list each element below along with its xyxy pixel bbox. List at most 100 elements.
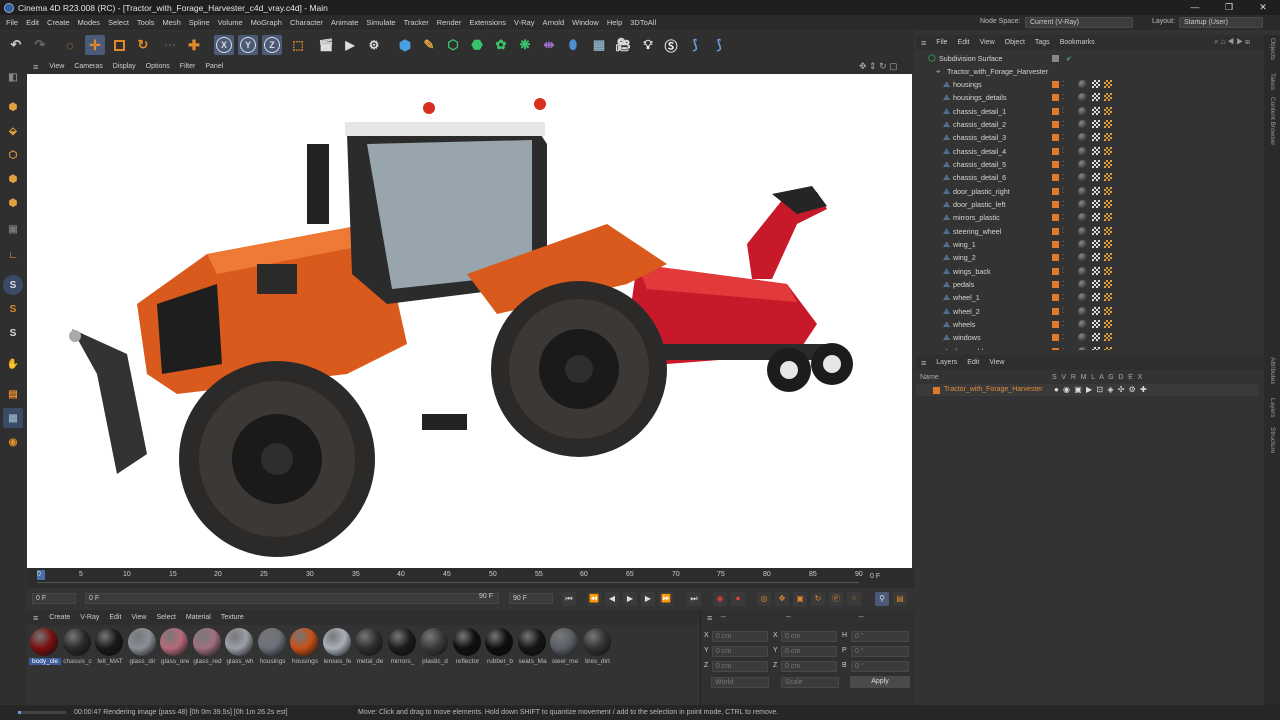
- start-frame-field[interactable]: 0 F: [32, 593, 76, 604]
- material-tag-icon[interactable]: [1078, 159, 1087, 169]
- visibility-dots-icon[interactable]: ⁚: [1062, 318, 1064, 331]
- material-swatch[interactable]: plastic_d: [419, 628, 449, 665]
- material-tag-icon[interactable]: [1078, 226, 1087, 236]
- uvw-tag-icon[interactable]: [1092, 146, 1100, 155]
- node-space-dropdown[interactable]: Current (V-Ray): [1025, 17, 1133, 28]
- texture-tag-icon[interactable]: [1104, 279, 1112, 288]
- layers-menu-edit[interactable]: Edit: [962, 359, 984, 366]
- visibility-dots-icon[interactable]: ⁚: [1062, 78, 1064, 91]
- visibility-dots-icon[interactable]: ⁚: [1062, 278, 1064, 291]
- material-menu-create[interactable]: Create: [44, 614, 75, 621]
- material-menu-edit[interactable]: Edit: [104, 614, 126, 621]
- object-row[interactable]: ⟁ mirrors_plastic ⁚: [916, 211, 1258, 224]
- object-menu-tags[interactable]: Tags: [1030, 39, 1055, 46]
- texture-tag-icon[interactable]: [1104, 306, 1112, 315]
- visibility-dots-icon[interactable]: ⁚: [1062, 305, 1064, 318]
- menu-3dtoall[interactable]: 3DToAll: [626, 18, 660, 27]
- uvw-tag-icon[interactable]: [1092, 199, 1100, 208]
- object-row[interactable]: ⟁ door_plastic_right ⁚: [916, 185, 1258, 198]
- menu-character[interactable]: Character: [286, 18, 327, 27]
- object-row[interactable]: ⟁ housings ⁚: [916, 78, 1258, 91]
- object-row[interactable]: ⟁ windows ⁚: [916, 331, 1258, 344]
- previous-frame-icon[interactable]: ◀: [605, 592, 619, 606]
- viewport-menu-cameras[interactable]: Cameras: [69, 63, 107, 70]
- object-row[interactable]: ⟁ wheel_1 ⁚: [916, 291, 1258, 304]
- layers-menu-view[interactable]: View: [984, 359, 1009, 366]
- texture-tag-icon[interactable]: [1104, 226, 1112, 235]
- uvw-tag-icon[interactable]: [1092, 279, 1100, 288]
- viewport-menu-view[interactable]: View: [44, 63, 69, 70]
- texture-tag-icon[interactable]: [1104, 146, 1112, 155]
- menu-extensions[interactable]: Extensions: [465, 18, 510, 27]
- layers-hamburger-icon[interactable]: ≡: [916, 358, 931, 368]
- material-hamburger-icon[interactable]: ≡: [27, 613, 44, 623]
- uvw-tag-icon[interactable]: [1092, 80, 1100, 88]
- coord-rot-b-field[interactable]: 0 °: [851, 661, 909, 672]
- axis-y-button[interactable]: Y: [238, 35, 258, 55]
- redo-icon[interactable]: ↷: [30, 35, 50, 55]
- viewport-menu-filter[interactable]: Filter: [175, 63, 201, 70]
- next-key-icon[interactable]: ⏩: [659, 592, 673, 606]
- layers-menu-layers[interactable]: Layers: [931, 359, 962, 366]
- object-row[interactable]: ⟁ wing_1 ⁚: [916, 238, 1258, 251]
- uvw-tag-icon[interactable]: [1092, 213, 1100, 222]
- coord-pos-x-field[interactable]: 0 cm: [712, 631, 768, 642]
- parameter-key-icon[interactable]: Ⓟ: [829, 592, 843, 606]
- texture-tag-icon[interactable]: [1104, 319, 1112, 328]
- extrude-icon[interactable]: ⬣: [467, 35, 487, 55]
- render-view-icon[interactable]: 🎬︎: [316, 35, 336, 55]
- visibility-dots-icon[interactable]: ⁚: [1062, 118, 1064, 131]
- texture-tag-icon[interactable]: [1104, 333, 1112, 342]
- uv-mode-icon[interactable]: ▣: [3, 219, 23, 239]
- uvw-tag-icon[interactable]: [1092, 226, 1100, 235]
- uvw-tag-icon[interactable]: [1092, 93, 1100, 102]
- object-menu-file[interactable]: File: [931, 39, 952, 46]
- material-tag-icon[interactable]: [1078, 133, 1087, 143]
- material-swatch[interactable]: housings: [257, 628, 287, 665]
- solo-icon[interactable]: ◉: [3, 432, 23, 452]
- uvw-tag-icon[interactable]: [1092, 293, 1100, 302]
- live-selection-icon[interactable]: ◌: [60, 35, 80, 55]
- uvw-tag-icon[interactable]: [1092, 159, 1100, 168]
- uvw-tag-icon[interactable]: [1092, 239, 1100, 248]
- apply-button[interactable]: Apply: [850, 676, 910, 688]
- vray-icon[interactable]: Ⓢ: [661, 35, 681, 55]
- snap-settings-icon[interactable]: S: [3, 299, 23, 319]
- autokey-icon[interactable]: ⏺: [731, 592, 745, 606]
- close-button[interactable]: ✕: [1246, 0, 1280, 15]
- material-tag-icon[interactable]: [1078, 319, 1087, 329]
- field-icon[interactable]: ⬮: [563, 35, 583, 55]
- object-row[interactable]: ⟁ chassis_detail_1 ⁚: [916, 105, 1258, 118]
- tab-takes[interactable]: Takes: [1269, 73, 1276, 90]
- menu-arnold[interactable]: Arnold: [538, 18, 568, 27]
- object-row[interactable]: ⟁ chassis_detail_5 ⁚: [916, 158, 1258, 171]
- timeline-window-icon[interactable]: ▤: [893, 592, 907, 606]
- visibility-dots-icon[interactable]: ⁚: [1062, 265, 1064, 278]
- material-tag-icon[interactable]: [1078, 173, 1087, 183]
- python-script-icon[interactable]: ⟆: [685, 35, 705, 55]
- material-swatch[interactable]: body_cle: [29, 628, 61, 665]
- texture-tag-icon[interactable]: [1104, 106, 1112, 115]
- tab-content-browser[interactable]: Content Browser: [1269, 97, 1276, 145]
- points-mode-icon[interactable]: ⬡: [3, 145, 23, 165]
- object-row[interactable]: ⟁ wheel_2 ⁚: [916, 305, 1258, 318]
- polygons-mode-icon[interactable]: ⬢: [3, 193, 23, 213]
- object-row[interactable]: ⟁ chassis_detail_4 ⁚: [916, 145, 1258, 158]
- rotation-key-icon[interactable]: ↻: [811, 592, 825, 606]
- object-search-icons[interactable]: ⌕ ⌂ ◀ ▶ ⊞: [1214, 37, 1250, 47]
- uvw-tag-icon[interactable]: [1092, 306, 1100, 315]
- uvw-tag-icon[interactable]: [1092, 119, 1100, 128]
- object-row[interactable]: ⟁ housings_details ⁚: [916, 91, 1258, 104]
- keyframe-selection-icon[interactable]: ◎: [757, 592, 771, 606]
- material-menu-select[interactable]: Select: [151, 614, 180, 621]
- object-row[interactable]: ⟁ steering_wheel ⁚: [916, 225, 1258, 238]
- object-menu-view[interactable]: View: [975, 39, 1000, 46]
- menu-modes[interactable]: Modes: [74, 18, 105, 27]
- uvw-tag-icon[interactable]: [1092, 333, 1100, 342]
- maximize-button[interactable]: ❐: [1212, 0, 1246, 15]
- make-editable-icon[interactable]: ◧: [3, 67, 23, 87]
- material-tag-icon[interactable]: [1078, 266, 1087, 276]
- visibility-dots-icon[interactable]: ⁚: [1062, 211, 1064, 224]
- texture-tag-icon[interactable]: [1104, 346, 1112, 350]
- object-row[interactable]: ⟁door_rubber ⁚: [916, 345, 1258, 350]
